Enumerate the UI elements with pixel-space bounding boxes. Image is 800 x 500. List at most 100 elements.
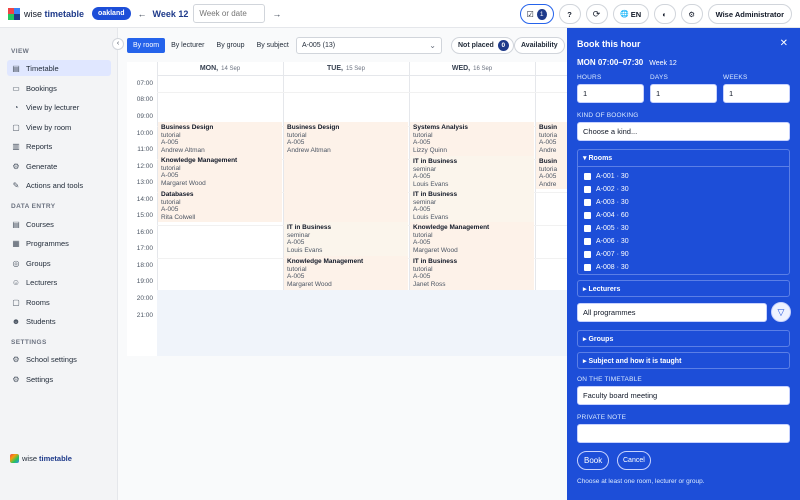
school-settings-icon: ⚙ — [12, 354, 20, 364]
programmes-icon: ▦ — [12, 238, 20, 248]
sidebar-item-label: View by room — [26, 122, 72, 132]
filter-icon[interactable]: ▽ — [771, 302, 791, 322]
notifications-button[interactable]: ☑ 1 — [519, 4, 554, 24]
availability-button[interactable]: Availability — [514, 37, 565, 54]
theme-button[interactable]: ◐ — [653, 4, 676, 24]
user-menu-button[interactable]: Wise Administrator — [707, 4, 792, 24]
event-card[interactable]: IT in Business tutorial A-005 Janet Ross — [410, 256, 534, 290]
time-label: 07:00 — [136, 80, 153, 87]
language-button[interactable]: 🌐 EN — [612, 4, 649, 24]
checkbox[interactable] — [584, 264, 591, 271]
rooms-section-toggle[interactable]: ▾ Rooms — [578, 150, 789, 166]
room-option[interactable]: A-008 · 30 — [584, 261, 783, 274]
checkbox[interactable] — [584, 173, 591, 180]
checkbox[interactable] — [584, 238, 591, 245]
event-card[interactable]: IT in Business seminar A-005 Louis Evans — [410, 189, 534, 222]
prev-week-button[interactable]: ← — [138, 9, 147, 19]
sidebar-item-lecturers[interactable]: ☺ Lecturers — [7, 274, 111, 290]
logo-mark-icon — [8, 7, 20, 20]
hours-input[interactable]: 1 — [577, 84, 644, 103]
programmes-select[interactable]: All programmes — [577, 303, 767, 322]
inbox-icon: ☑ — [526, 9, 534, 19]
sidebar-item-settings[interactable]: ⚙ Settings — [7, 371, 111, 387]
checkbox[interactable] — [584, 251, 591, 258]
room-option[interactable]: A-005 · 30 — [584, 222, 783, 235]
groups-section[interactable]: ▸ Groups — [577, 330, 790, 347]
checkbox[interactable] — [584, 212, 591, 219]
sidebar-item-label: Students — [26, 316, 56, 326]
event-card[interactable]: Knowledge Management tutorial A-005 Margare… — [410, 222, 534, 256]
room-option[interactable]: A-003 · 30 — [584, 196, 783, 209]
weeks-input[interactable]: 1 — [723, 84, 790, 103]
subject-section[interactable]: ▸ Subject and how it is taught — [577, 352, 790, 369]
room-option[interactable]: A-004 · 60 — [584, 209, 783, 222]
app-logo[interactable]: wise timetable — [8, 7, 84, 20]
time-label: 15:00 — [136, 212, 153, 219]
event-card[interactable]: Business Design tutorial A-005 Andrew Altma… — [284, 122, 408, 222]
time-label: 17:00 — [136, 245, 153, 252]
event-card[interactable]: IT in Business seminar A-005 Louis Evans — [284, 222, 408, 256]
notifications-count: 1 — [536, 8, 547, 20]
lecturer-icon: ◔ — [13, 102, 19, 112]
groups-section-toggle[interactable]: ▸ Groups — [578, 331, 789, 347]
sidebar-item-timetable[interactable]: ▤ Timetable — [7, 60, 111, 76]
kind-select[interactable]: Choose a kind... — [577, 122, 790, 141]
room-select[interactable]: A-005 (13) ⌄ — [296, 37, 442, 54]
collapse-sidebar-button[interactable]: ‹ — [112, 38, 124, 50]
close-icon[interactable]: ✕ — [780, 38, 788, 49]
checkbox[interactable] — [584, 186, 591, 193]
event-card[interactable]: Business Design tutorial A-005 Andrew Altma… — [158, 122, 282, 155]
private-note-input[interactable] — [577, 424, 790, 443]
not-placed-label: Not placed — [458, 42, 494, 49]
room-option[interactable]: A-006 · 30 — [584, 235, 783, 248]
room-option[interactable]: A-002 · 30 — [584, 183, 783, 196]
event-card[interactable]: Databases tutorial A-005 Rita Colwell — [158, 189, 282, 222]
sidebar-item-students[interactable]: ☻ Students — [7, 313, 111, 329]
sync-button[interactable]: ⟳ — [585, 4, 608, 24]
help-button[interactable]: ? — [558, 4, 581, 24]
hours-label: HOURS — [577, 74, 602, 81]
lecturers-section-toggle[interactable]: ▸ Lecturers — [578, 281, 789, 297]
tab-by-room[interactable]: By room — [127, 38, 166, 53]
sidebar-item-generate[interactable]: ⚙ Generate — [7, 158, 111, 174]
event-card[interactable]: Busin tutoria A-005 Andre — [536, 156, 567, 189]
next-week-button[interactable]: → — [272, 9, 281, 19]
cancel-button[interactable]: Cancel — [617, 451, 651, 470]
room-option[interactable]: A-007 · 90 — [584, 248, 783, 261]
not-placed-button[interactable]: Not placed 0 — [451, 37, 514, 54]
event-card[interactable]: Systems Analysis tutorial A-005 Lizzy Quinn — [410, 122, 534, 156]
sidebar-item-groups[interactable]: ◎ Groups — [7, 255, 111, 271]
days-input[interactable]: 1 — [650, 84, 717, 103]
tab-by-group[interactable]: By group — [211, 38, 251, 53]
sidebar-item-view-by-lecturer[interactable]: ◔ View by lecturer — [7, 99, 111, 115]
event-card[interactable]: Knowledge Management tutorial A-005 Margare… — [158, 155, 282, 189]
sidebar-item-rooms[interactable]: ▢ Rooms — [7, 294, 111, 310]
tab-by-subject[interactable]: By subject — [251, 38, 295, 53]
event-card[interactable]: Knowledge Management tutorial A-005 Margare… — [284, 256, 408, 290]
tab-by-lecturer[interactable]: By lecturer — [165, 38, 210, 53]
on-timetable-input[interactable]: Faculty board meeting — [577, 386, 790, 405]
sidebar-item-programmes[interactable]: ▦ Programmes — [7, 235, 111, 251]
time-label: 11:00 — [137, 146, 153, 153]
event-card[interactable]: IT in Business seminar A-005 Louis Evans — [410, 156, 534, 189]
checkbox[interactable] — [584, 225, 591, 232]
room-option[interactable]: A-001 · 30 — [584, 170, 783, 183]
sidebar-item-actions-and-tools[interactable]: ✎ Actions and tools — [7, 177, 111, 193]
footer-logo-icon — [10, 454, 19, 463]
book-this-hour-panel: Book this hour ✕ MON 07:00–07:30 Week 12 … — [567, 28, 800, 500]
checkbox[interactable] — [584, 199, 591, 206]
school-pill[interactable]: oakland — [92, 7, 131, 20]
event-card[interactable]: Busin tutoria A-005 Andre — [536, 122, 567, 156]
book-button[interactable]: Book — [577, 451, 610, 470]
bookings-icon: ▭ — [12, 83, 20, 93]
sidebar-item-view-by-room[interactable]: ▢ View by room — [7, 119, 111, 135]
sidebar-item-reports[interactable]: ▥ Reports — [7, 138, 111, 154]
sidebar-item-courses[interactable]: ▤ Courses — [7, 216, 111, 232]
sidebar-item-school-settings[interactable]: ⚙ School settings — [7, 351, 111, 367]
lecturers-section[interactable]: ▸ Lecturers — [577, 280, 790, 297]
subject-section-toggle[interactable]: ▸ Subject and how it is taught — [578, 353, 789, 369]
footer-logo-bold: timetable — [39, 454, 72, 463]
week-or-date-input[interactable] — [193, 4, 266, 23]
settings-button[interactable]: ⚙ — [680, 4, 703, 24]
sidebar-item-bookings[interactable]: ▭ Bookings — [7, 80, 111, 96]
